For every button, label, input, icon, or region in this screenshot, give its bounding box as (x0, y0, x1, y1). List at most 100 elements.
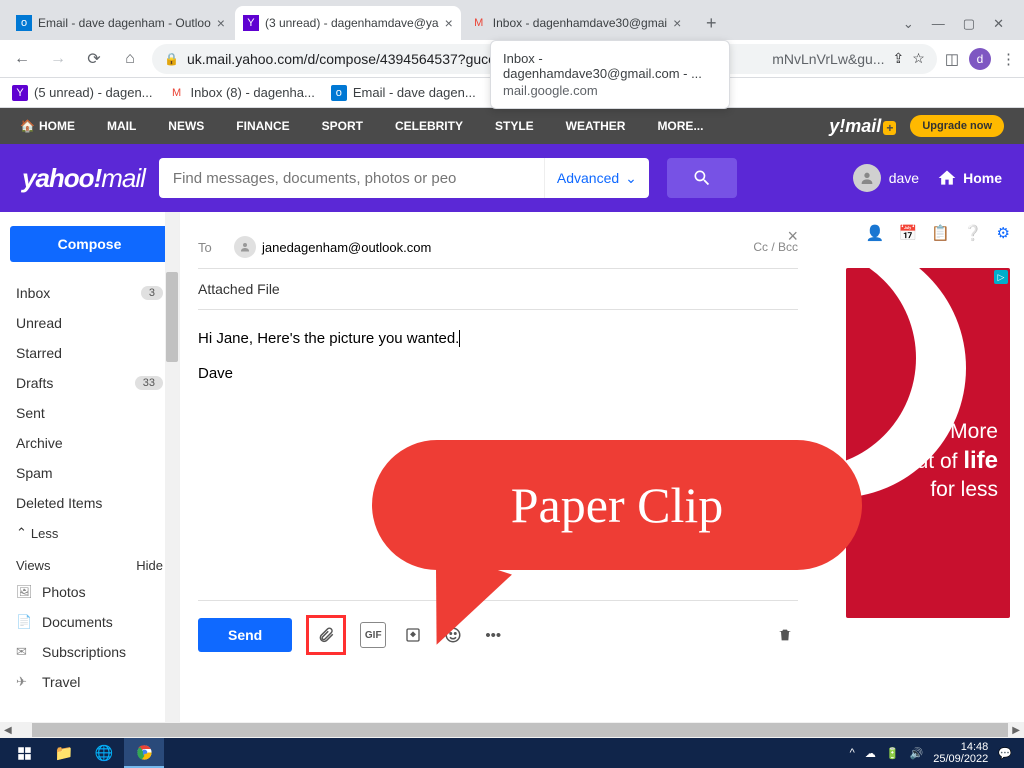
nav-home[interactable]: 🏠HOME (20, 119, 75, 133)
file-explorer-icon[interactable]: 📁 (44, 738, 84, 768)
close-icon[interactable]: × (445, 15, 453, 31)
subject-field[interactable]: Attached File (198, 269, 798, 310)
bookmark-yahoo[interactable]: Y (5 unread) - dagen... (12, 85, 153, 101)
contacts-icon[interactable]: 👤 (866, 224, 885, 242)
maximize-icon[interactable]: ▢ (963, 16, 975, 32)
gif-button[interactable]: GIF (360, 622, 386, 648)
search-button[interactable] (667, 158, 737, 198)
notifications-icon[interactable]: 💬 (998, 747, 1012, 760)
folder-deleted[interactable]: Deleted Items (10, 488, 169, 518)
scroll-right-icon[interactable]: ▶ (1008, 725, 1024, 736)
search-icon (692, 168, 712, 188)
folder-label: Starred (16, 345, 62, 361)
forward-button[interactable]: → (44, 45, 72, 73)
browser-tab-outlook[interactable]: o Email - dave dagenham - Outloo × (8, 6, 233, 40)
folder-drafts[interactable]: Drafts33 (10, 368, 169, 398)
close-icon[interactable]: × (673, 15, 681, 31)
folder-starred[interactable]: Starred (10, 338, 169, 368)
browser-tab-yahoo[interactable]: Y (3 unread) - dagenhamdave@ya × (235, 6, 461, 40)
nav-weather[interactable]: WEATHER (566, 119, 626, 133)
compose-button[interactable]: Compose (10, 226, 169, 262)
view-photos[interactable]: 🖼Photos (10, 577, 169, 607)
notepad-icon[interactable]: 📋 (931, 224, 950, 242)
view-documents[interactable]: 📄Documents (10, 607, 169, 637)
close-icon[interactable]: × (217, 15, 225, 31)
battery-icon[interactable]: 🔋 (886, 747, 900, 760)
start-button[interactable] (4, 738, 44, 768)
less-toggle[interactable]: ⌃Less (10, 518, 169, 548)
tooltip-host: mail.google.com (503, 83, 717, 98)
profile-avatar[interactable]: d (969, 48, 991, 70)
tab-title: (3 unread) - dagenhamdave@ya (265, 16, 439, 30)
nav-style[interactable]: STYLE (495, 119, 534, 133)
chevron-down-icon[interactable]: ⌄ (903, 16, 914, 32)
volume-icon[interactable]: 🔊 (910, 747, 924, 760)
new-tab-button[interactable]: + (697, 9, 725, 37)
star-icon[interactable]: ☆ (912, 50, 925, 67)
menu-icon[interactable]: ⋮ (1001, 50, 1016, 68)
nav-mail[interactable]: MAIL (107, 119, 136, 133)
right-toolbar: 👤 📅 📋 ❔ ⚙ (866, 224, 1010, 242)
reload-button[interactable]: ⟳ (80, 45, 108, 73)
home-link[interactable]: Home (937, 168, 1002, 188)
chevron-up-icon: ⌃ (16, 525, 27, 541)
hide-button[interactable]: Hide (136, 558, 163, 573)
discard-button[interactable] (772, 622, 798, 648)
user-menu[interactable]: dave (853, 164, 919, 192)
advanced-search[interactable]: Advanced⌄ (544, 158, 649, 198)
search-input[interactable] (159, 170, 544, 187)
home-icon (937, 168, 957, 188)
home-button[interactable]: ⌂ (116, 45, 144, 73)
annotation-callout: Paper Clip (372, 440, 862, 570)
paperclip-icon (317, 626, 335, 644)
folder-label: Inbox (16, 285, 50, 301)
sidebar-scrollbar[interactable] (165, 212, 179, 742)
url-suffix: mNvLnVrLw&gu... (772, 51, 884, 67)
clock[interactable]: 14:48 25/09/2022 (933, 741, 988, 765)
folder-sent[interactable]: Sent (10, 398, 169, 428)
home-icon: 🏠 (20, 119, 35, 133)
close-window-icon[interactable]: ✕ (993, 16, 1004, 32)
send-button[interactable]: Send (198, 618, 292, 652)
chrome-icon[interactable] (124, 738, 164, 768)
nav-finance[interactable]: FINANCE (236, 119, 289, 133)
onedrive-icon[interactable]: ☁ (865, 747, 876, 760)
yahoo-mail-logo[interactable]: yahoo!mail (22, 163, 145, 194)
edge-icon[interactable]: 🌐 (84, 738, 124, 768)
bookmark-outlook[interactable]: o Email - dave dagen... (331, 85, 476, 101)
scroll-left-icon[interactable]: ◀ (0, 725, 16, 736)
ad-panel[interactable]: ▷ More out of life for less (846, 268, 1010, 618)
to-row: To janedagenham@outlook.com Cc / Bcc (198, 230, 798, 269)
back-button[interactable]: ← (8, 45, 36, 73)
views-header: Views (16, 558, 50, 573)
settings-icon[interactable]: ⚙ (997, 224, 1010, 242)
nav-celebrity[interactable]: CELEBRITY (395, 119, 463, 133)
minimize-icon[interactable]: — (932, 16, 945, 32)
browser-tab-gmail[interactable]: M Inbox - dagenhamdave30@gmai × (463, 6, 689, 40)
view-subscriptions[interactable]: ✉Subscriptions (10, 637, 169, 667)
view-label: Travel (42, 674, 80, 690)
upgrade-button[interactable]: Upgrade now (910, 115, 1004, 137)
recipient-chip[interactable]: janedagenham@outlook.com (234, 236, 431, 258)
ad-badge-icon: ▷ (994, 270, 1008, 284)
view-label: Photos (42, 584, 86, 600)
outlook-icon: o (16, 15, 32, 31)
folder-unread[interactable]: Unread (10, 308, 169, 338)
close-compose-button[interactable]: × (787, 226, 798, 247)
nav-more[interactable]: MORE... (657, 119, 703, 133)
folder-inbox[interactable]: Inbox3 (10, 278, 169, 308)
travel-icon: ✈ (16, 674, 32, 690)
view-travel[interactable]: ✈ Travel (10, 667, 169, 697)
horizontal-scrollbar[interactable]: ◀ ▶ (0, 722, 1024, 738)
bookmark-gmail[interactable]: M Inbox (8) - dagenha... (169, 85, 315, 101)
extensions-icon[interactable]: ◫ (945, 50, 959, 68)
help-icon[interactable]: ❔ (964, 224, 983, 242)
attach-button[interactable] (313, 622, 339, 648)
share-icon[interactable]: ⇪ (893, 50, 905, 67)
calendar-icon[interactable]: 📅 (898, 224, 917, 242)
tray-chevron-icon[interactable]: ^ (850, 747, 855, 759)
nav-news[interactable]: NEWS (168, 119, 204, 133)
nav-sport[interactable]: SPORT (322, 119, 363, 133)
folder-archive[interactable]: Archive (10, 428, 169, 458)
folder-spam[interactable]: Spam (10, 458, 169, 488)
